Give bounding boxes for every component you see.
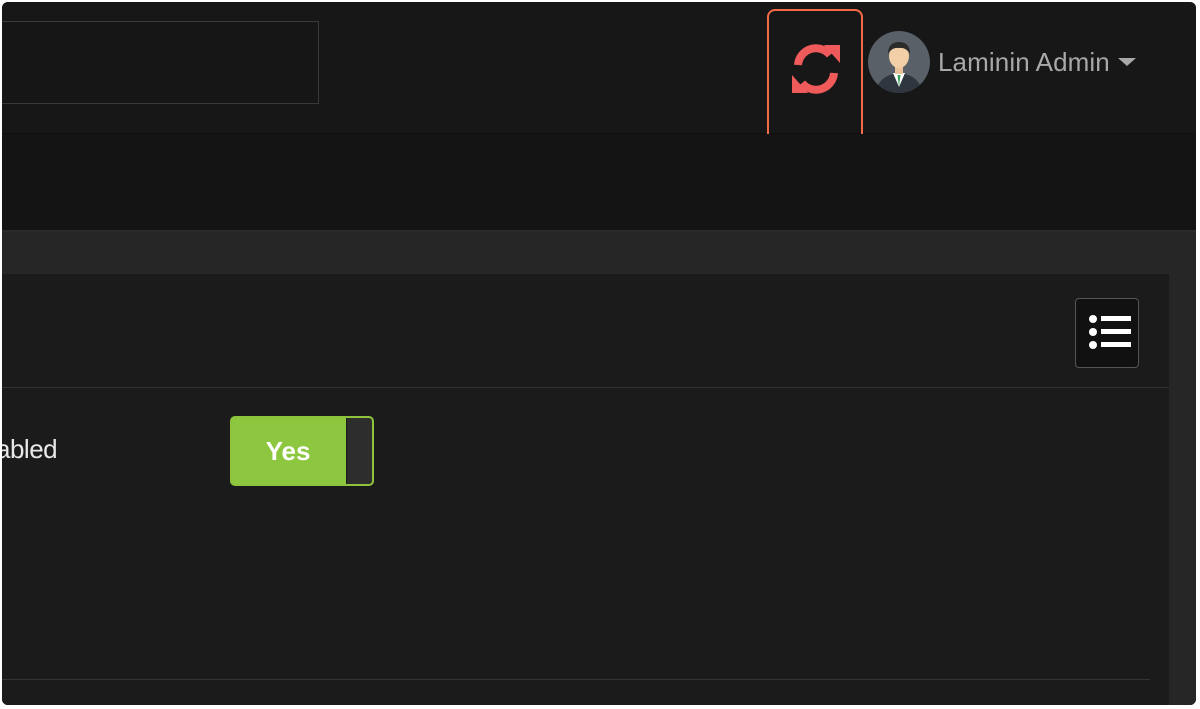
- user-menu[interactable]: Laminin Admin: [868, 30, 1136, 94]
- caret-down-icon: [1117, 58, 1136, 66]
- top-navbar: Laminin Admin: [2, 2, 1196, 134]
- list-icon: [1089, 315, 1131, 349]
- refresh-button[interactable]: [788, 39, 844, 97]
- toggle-on-label: Yes: [265, 435, 311, 466]
- refresh-icon: [792, 44, 840, 94]
- enabled-field-label: abled: [2, 434, 58, 464]
- settings-panel: abled Yes: [2, 274, 1169, 705]
- panel-footer-divider: [2, 679, 1150, 680]
- enabled-toggle[interactable]: Yes: [230, 416, 374, 486]
- user-avatar-icon: [868, 31, 930, 93]
- list-view-button[interactable]: [1075, 298, 1139, 368]
- toggle-handle[interactable]: [346, 418, 372, 484]
- app-window: Laminin Admin abled Yes: [2, 2, 1196, 705]
- panel-divider: [2, 387, 1169, 388]
- search-input[interactable]: [2, 21, 319, 104]
- user-name: Laminin Admin: [938, 46, 1110, 77]
- sub-navbar: [2, 134, 1196, 232]
